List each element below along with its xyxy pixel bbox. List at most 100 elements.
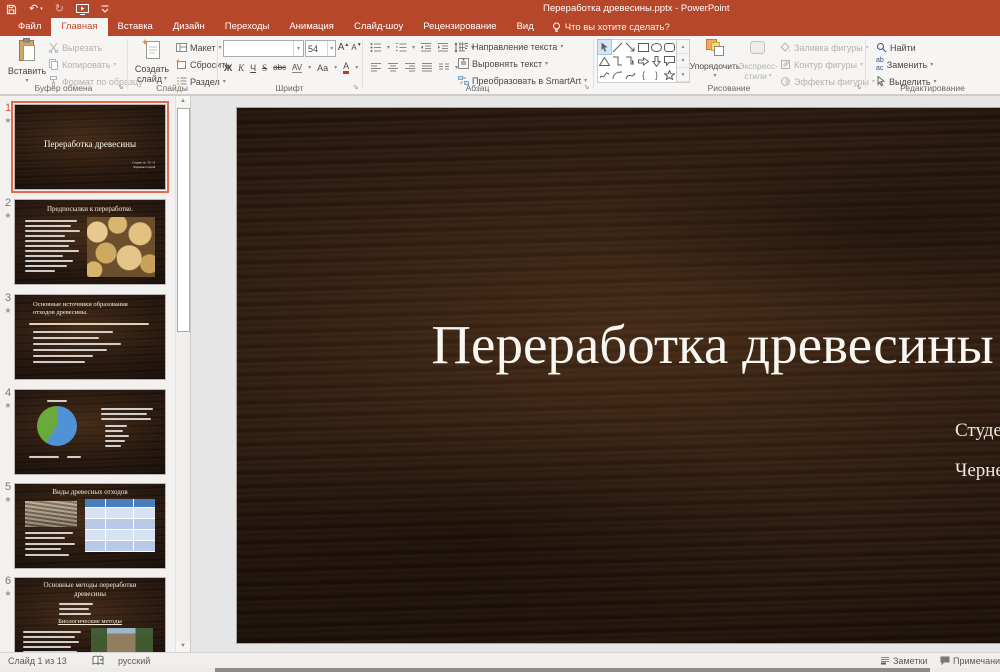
- align-text-button[interactable]: Выровнять текст ▾: [458, 56, 548, 71]
- main-slide-credit-line-2[interactable]: Черненко Сергей: [955, 460, 1000, 482]
- undo-icon[interactable]: ↶ ▾: [29, 1, 43, 17]
- customize-toolbar-icon[interactable]: [101, 5, 109, 14]
- comments-button[interactable]: Примечания: [940, 653, 1000, 668]
- spellcheck-icon[interactable]: [92, 653, 104, 668]
- align-center-icon[interactable]: [387, 62, 399, 73]
- horizontal-scrollbar[interactable]: [0, 668, 1000, 672]
- slide-thumbnail-4[interactable]: [14, 389, 166, 475]
- increase-indent-icon[interactable]: [437, 42, 449, 53]
- strikethrough-button[interactable]: S: [262, 63, 267, 73]
- notes-button[interactable]: Заметки: [880, 653, 927, 668]
- font-name-input[interactable]: [224, 43, 293, 54]
- shape-scribble[interactable]: [598, 68, 611, 82]
- font-dialog-launcher[interactable]: ⇘: [351, 83, 360, 92]
- main-slide[interactable]: Переработка древесины Студент гр. ТС-13 …: [236, 107, 1000, 644]
- paragraph-dialog-launcher[interactable]: ⇘: [582, 83, 591, 92]
- slide-thumbnail-2[interactable]: Предпосылки к переработке.: [14, 199, 166, 285]
- copy-button[interactable]: Копировать ▾: [48, 57, 116, 72]
- columns-icon[interactable]: [438, 62, 450, 73]
- tab-design[interactable]: Дизайн: [163, 18, 215, 36]
- font-color-button[interactable]: A: [343, 61, 350, 74]
- slide-thumbnail-1[interactable]: Переработка древесины Студент гр. ТС-13 …: [11, 101, 169, 193]
- thumbnail-scrollbar-thumb[interactable]: [177, 108, 190, 332]
- shape-rounded-rectangle[interactable]: [663, 40, 676, 54]
- layout-button[interactable]: Макет ▾: [176, 40, 222, 55]
- italic-button[interactable]: К: [238, 63, 244, 73]
- language-indicator[interactable]: русский: [118, 653, 150, 668]
- align-left-icon[interactable]: [370, 62, 382, 73]
- shape-right-brace[interactable]: }: [650, 68, 663, 82]
- shape-triangle[interactable]: [598, 54, 611, 68]
- tab-review[interactable]: Рецензирование: [413, 18, 506, 36]
- shape-fill-icon: [780, 42, 791, 53]
- shape-star[interactable]: [663, 68, 676, 82]
- clipboard-dialog-launcher[interactable]: ⇘: [116, 83, 125, 92]
- cut-button[interactable]: Вырезать: [48, 40, 102, 55]
- numbering-icon[interactable]: [395, 42, 407, 53]
- grow-font-button[interactable]: A ▲: [337, 40, 350, 55]
- shapes-more-button[interactable]: ▼: [677, 68, 689, 82]
- shape-callout[interactable]: [663, 54, 676, 68]
- find-button[interactable]: Найти: [876, 40, 916, 55]
- tab-insert[interactable]: Вставка: [108, 18, 163, 36]
- paste-button[interactable]: Вставить ▾: [8, 38, 46, 86]
- slide-counter[interactable]: Слайд 1 из 13: [8, 653, 67, 668]
- font-size-input[interactable]: [306, 43, 328, 54]
- align-right-icon[interactable]: [404, 62, 416, 73]
- tab-slideshow[interactable]: Слайд-шоу: [344, 18, 413, 36]
- thumbnail-scroll-up-icon[interactable]: ▲: [176, 96, 190, 107]
- new-slide-button[interactable]: Создать слайд ▾: [132, 38, 172, 84]
- shape-rectangle[interactable]: [637, 40, 650, 54]
- thumbnail-scrollbar[interactable]: ▲ ▼: [175, 96, 190, 652]
- shape-elbow-arrow[interactable]: [624, 54, 637, 68]
- underline-button[interactable]: Ч: [250, 63, 256, 73]
- shape-arc[interactable]: [611, 68, 624, 82]
- bold-button[interactable]: Ж: [224, 63, 232, 73]
- reset-slide-button[interactable]: Сбросить: [176, 57, 230, 72]
- change-case-button[interactable]: Aa: [317, 63, 328, 73]
- main-slide-credit-line-1[interactable]: Студент гр. ТС-13: [955, 420, 1000, 442]
- tell-me-box[interactable]: Что вы хотите сделать?: [544, 18, 678, 36]
- tab-view[interactable]: Вид: [507, 18, 544, 36]
- font-name-combobox[interactable]: ▾: [223, 40, 304, 57]
- shape-arrow[interactable]: [624, 40, 637, 54]
- shape-freeform-1[interactable]: [611, 54, 624, 68]
- character-spacing-button[interactable]: AV: [292, 63, 303, 73]
- shapes-scroll-up[interactable]: ▲: [677, 40, 689, 54]
- shape-fill-button[interactable]: Заливка фигуры ▾: [780, 40, 869, 55]
- decrease-indent-icon[interactable]: [420, 42, 432, 53]
- font-name-dropdown-icon[interactable]: ▾: [292, 41, 303, 56]
- bullets-icon[interactable]: [370, 42, 382, 53]
- shape-line[interactable]: [611, 40, 624, 54]
- shape-curve[interactable]: [624, 68, 637, 82]
- text-direction-button[interactable]: Направление текста ▾: [458, 39, 563, 54]
- text-shadow-button[interactable]: abc: [273, 63, 286, 72]
- font-size-dropdown-icon[interactable]: ▾: [327, 41, 335, 56]
- tab-transitions[interactable]: Переходы: [215, 18, 280, 36]
- save-icon[interactable]: [6, 4, 17, 15]
- font-size-combobox[interactable]: ▾: [305, 40, 336, 57]
- shape-select-tool[interactable]: [597, 39, 612, 55]
- shape-left-brace[interactable]: {: [637, 68, 650, 82]
- quick-styles-button[interactable]: Экспресс- стили ▾: [738, 38, 778, 81]
- tab-animations[interactable]: Анимация: [279, 18, 344, 36]
- shape-right-arrow[interactable]: [637, 54, 650, 68]
- shapes-scroll-down[interactable]: ▼: [677, 54, 689, 68]
- arrange-button[interactable]: Упорядочить ▾: [690, 38, 740, 81]
- justify-icon[interactable]: [421, 62, 433, 73]
- horizontal-scrollbar-thumb[interactable]: [215, 668, 930, 672]
- replace-button[interactable]: ab ac Заменить ▾: [876, 57, 933, 72]
- start-slideshow-icon[interactable]: [75, 3, 89, 15]
- slide-thumbnail-5[interactable]: Виды древесных отходов: [14, 483, 166, 569]
- slide-thumbnail-3[interactable]: Основные источники образования отходов д…: [14, 294, 166, 380]
- redo-icon[interactable]: ↻: [55, 1, 64, 17]
- slide-thumbnail-6[interactable]: Основные методы переработки древесины Би…: [14, 577, 166, 652]
- tab-file[interactable]: Файл: [8, 18, 51, 36]
- tab-home[interactable]: Главная: [51, 18, 108, 36]
- shape-down-arrow[interactable]: [650, 54, 663, 68]
- thumbnail-scroll-down-icon[interactable]: ▼: [176, 641, 190, 652]
- drawing-dialog-launcher[interactable]: ⇘: [854, 83, 863, 92]
- shape-outline-button[interactable]: Контур фигуры ▾: [780, 57, 863, 72]
- shape-oval[interactable]: [650, 40, 663, 54]
- main-slide-title[interactable]: Переработка древесины: [237, 313, 1000, 376]
